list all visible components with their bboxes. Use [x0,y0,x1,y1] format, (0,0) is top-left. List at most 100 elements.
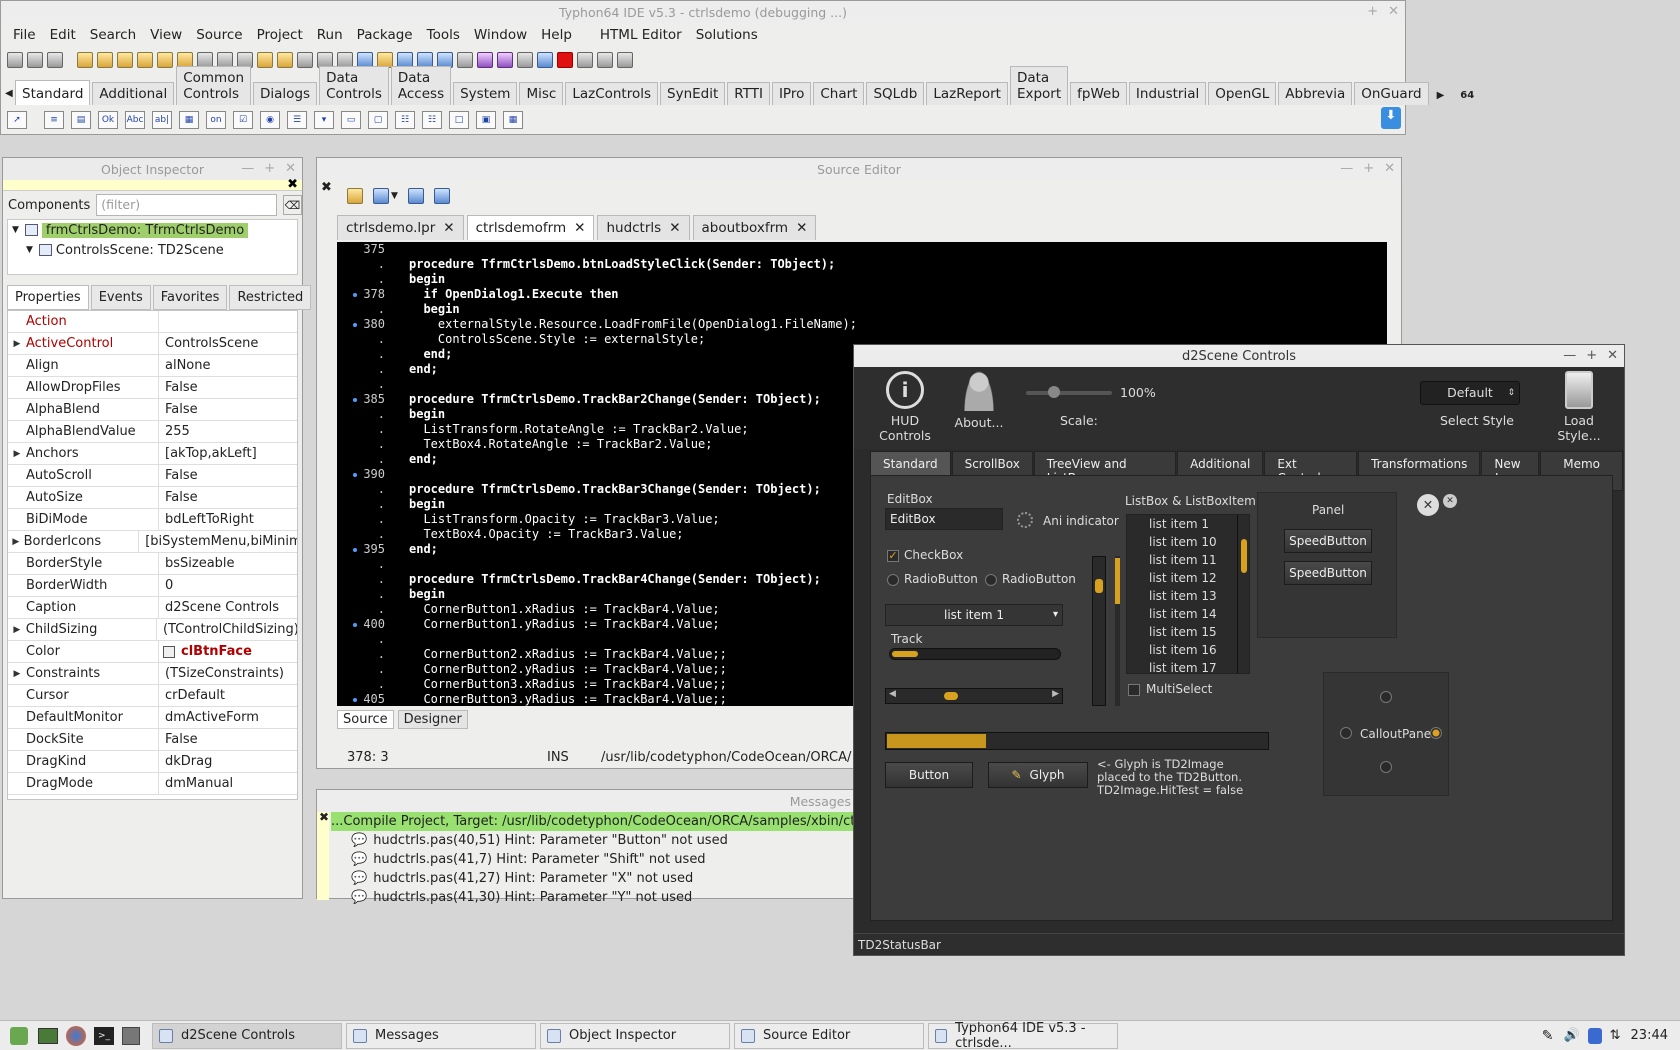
hint-line[interactable]: 💬 hudctrls.pas(41,30) Hint: Parameter "Y"… [317,888,855,907]
scale-slider[interactable] [1026,386,1112,398]
palette-tab[interactable]: Dialogs [253,82,318,105]
shield-icon[interactable] [1587,1027,1602,1044]
property-value[interactable]: dmManual [159,776,233,791]
close-icon[interactable]: ✕ [285,161,296,176]
tab-favorites[interactable]: Favorites [152,285,228,310]
property-value[interactable]: False [159,402,198,417]
clear-filter-icon[interactable]: ⌫ [282,195,302,215]
scrollbar-icon[interactable]: ▭ [341,111,361,129]
palette-tab[interactable]: Data Export [1009,66,1069,105]
property-value[interactable]: [biSystemMenu,biMinimize [139,534,297,549]
download-arrow-icon[interactable]: ⬇ [1381,107,1401,129]
property-value[interactable]: False [159,468,198,483]
package-icon[interactable] [137,52,153,68]
file-tab[interactable]: ctrlsdemo.lpr ✕ [337,215,464,240]
property-value[interactable]: False [159,380,198,395]
property-value[interactable]: ControlsScene [159,336,258,351]
property-row[interactable]: Align alNone [8,355,297,377]
tree-node[interactable]: ▼ ControlsScene: TD2Scene [8,240,297,260]
property-value[interactable]: crDefault [159,688,225,703]
gear-icon[interactable] [477,52,493,68]
editbox-input[interactable]: EditBox [885,508,1003,530]
vertical-track[interactable] [1115,556,1120,706]
property-row[interactable]: BorderWidth 0 [8,575,297,597]
new-unit-icon[interactable] [47,52,63,68]
palette-tab[interactable]: fpWeb [1070,82,1127,105]
property-row[interactable]: Caption d2Scene Controls [8,597,297,619]
menu-file[interactable]: File [7,27,44,43]
palette-tab[interactable]: OnGuard [1354,82,1429,105]
property-row[interactable]: Cursor crDefault [8,685,297,707]
multiselect-checkbox[interactable]: MultiSelect [1128,682,1212,696]
menu-package[interactable]: Package [351,27,421,43]
maximize-icon[interactable]: + [1367,4,1378,19]
button-icon[interactable]: Ok [98,111,118,129]
chevron-down-icon[interactable]: ▼ [391,191,398,201]
palette-tab[interactable]: Additional [92,82,175,105]
close-icon[interactable]: ✖ [321,180,332,195]
property-row[interactable]: ▶ ChildSizing (TControlChildSizing) [8,619,297,641]
frame-icon[interactable]: ▣ [476,111,496,129]
close-icon[interactable]: ✕ [443,220,454,236]
property-row[interactable]: AutoSize False [8,487,297,509]
tab-properties[interactable]: Properties [7,285,89,310]
close-icon[interactable]: ✕ [1388,4,1399,19]
property-row[interactable]: AutoScroll False [8,465,297,487]
radio-button-2[interactable]: RadioButton [985,572,1076,586]
open-icon[interactable] [77,52,93,68]
checkbox-icon[interactable]: ☑ [233,111,253,129]
menu-view[interactable]: View [144,27,190,43]
property-row[interactable]: AllowDropFiles False [8,377,297,399]
popupmenu-icon[interactable]: ▤ [71,111,91,129]
close-circle-small-icon[interactable]: ✕ [1443,494,1457,508]
taskbar-item[interactable]: Messages [346,1022,536,1049]
property-row[interactable]: ▶BorderIcons[biSystemMenu,biMinimize [8,531,297,553]
radio-icon[interactable] [1340,727,1352,739]
property-row[interactable]: BiDiMode bdLeftToRight [8,509,297,531]
panel-icon[interactable]: □ [449,111,469,129]
expand-icon[interactable]: ▶ [8,669,26,679]
menu-window[interactable]: Window [468,27,535,43]
palette-right-arrow-icon[interactable]: ▶ [1437,90,1445,101]
property-value[interactable]: dkDrag [159,754,212,769]
open-recent-icon[interactable] [97,52,113,68]
tab-events[interactable]: Events [90,285,151,310]
property-value[interactable]: False [159,732,198,747]
play-icon[interactable] [517,52,533,68]
menu-tools[interactable]: Tools [421,27,468,43]
taskbar-item[interactable]: Object Inspector [540,1022,730,1049]
options-icon[interactable] [257,52,273,68]
minimize-icon[interactable]: — [1563,348,1576,363]
volume-icon[interactable]: 🔊 [1563,1028,1579,1043]
minimize-icon[interactable]: — [241,161,254,176]
scroll-thumb[interactable] [1095,579,1103,593]
menu-solutions[interactable]: Solutions [690,27,766,43]
scissors-icon[interactable] [457,52,473,68]
list-item[interactable]: list item 17 [1127,659,1249,673]
property-value[interactable]: clBtnFace [175,644,252,659]
palette-tab[interactable]: LazControls [565,82,659,105]
palette-tab[interactable]: Data Access [390,66,452,105]
palette-tab[interactable]: LazReport [926,82,1008,105]
radio-button-1[interactable]: RadioButton [887,572,978,586]
files-icon[interactable] [122,1026,140,1045]
stop-icon[interactable] [557,52,573,68]
hand-icon[interactable] [347,188,363,204]
hint-line[interactable]: 💬 hudctrls.pas(40,51) Hint: Parameter "Bu… [317,831,855,850]
edit-icon[interactable]: ab| [152,111,172,129]
mainmenu-icon[interactable]: ≡ [44,111,64,129]
memo-icon[interactable]: ▦ [179,111,199,129]
palette-tab[interactable]: Chart [813,82,865,105]
firefox-icon[interactable] [66,1025,86,1046]
menu-edit[interactable]: Edit [44,27,84,43]
mint-menu-icon[interactable] [10,1026,28,1045]
combobox[interactable]: list item 1 ▾ [885,604,1063,626]
compile-message[interactable]: ...Compile Project, Target: /usr/lib/cod… [331,812,855,831]
style-select[interactable]: Default ⇕ [1420,381,1520,405]
property-value[interactable]: bsSizeable [159,556,235,571]
property-value[interactable]: (TSizeConstraints) [159,666,284,681]
network-icon[interactable]: ⇅ [1610,1028,1621,1043]
close-icon[interactable]: ✕ [1607,348,1618,363]
list-item[interactable]: list item 11 [1127,551,1249,569]
close-icon[interactable]: ✖ [287,177,298,192]
